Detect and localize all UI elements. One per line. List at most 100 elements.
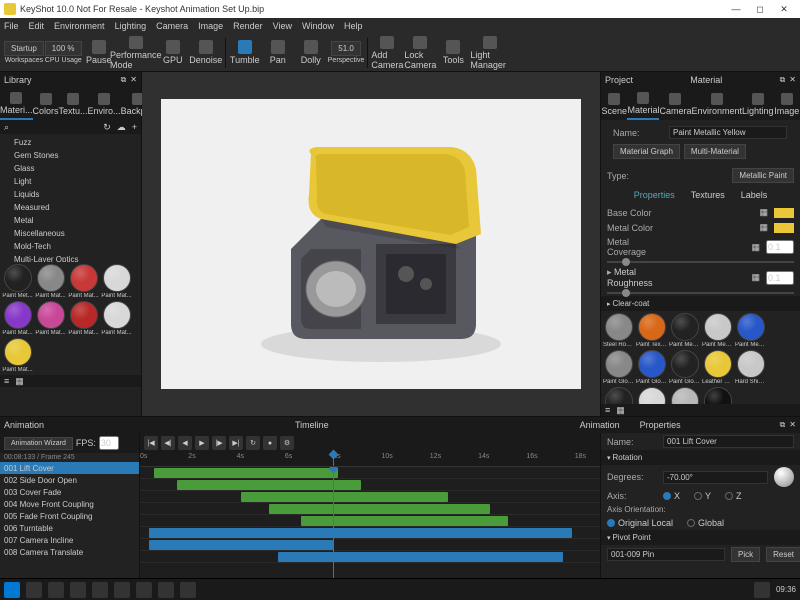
material-swatch[interactable]: Paint Gloss... — [603, 350, 634, 385]
texture-icon[interactable]: ▦ — [751, 272, 760, 283]
task-icon[interactable] — [136, 582, 152, 598]
material-name-input[interactable] — [669, 126, 787, 139]
tree-item[interactable]: Fuzz — [2, 136, 139, 149]
minimize-button[interactable]: — — [724, 4, 748, 14]
material-swatch[interactable]: Paint Mat... — [2, 338, 33, 373]
fps-input[interactable] — [99, 436, 119, 450]
roughness-input[interactable] — [766, 271, 794, 285]
tree-item[interactable]: Light — [2, 175, 139, 188]
task-icon[interactable] — [114, 582, 130, 598]
subtab-labels[interactable]: Labels — [733, 188, 776, 202]
goto-start-button[interactable]: |◀ — [144, 436, 158, 450]
texture-icon[interactable]: ▦ — [759, 207, 768, 218]
material-swatch[interactable]: Paint Mat... — [35, 264, 66, 299]
pick-button[interactable]: Pick — [731, 547, 760, 562]
material-swatch[interactable]: Paint Mat... — [101, 264, 132, 299]
add-icon[interactable]: + — [132, 122, 137, 132]
subtab-textures[interactable]: Textures — [683, 188, 733, 202]
tree-item[interactable]: Mold-Tech — [2, 240, 139, 253]
loop-button[interactable]: ↻ — [246, 436, 260, 450]
task-icon[interactable] — [180, 582, 196, 598]
coverage-slider[interactable] — [607, 261, 794, 263]
tab-textures[interactable]: Textu... — [59, 88, 88, 120]
roughness-slider[interactable] — [607, 292, 794, 294]
play-back-button[interactable]: ◀ — [178, 436, 192, 450]
project-close-icon[interactable]: ✕ — [789, 75, 796, 85]
track-bar[interactable] — [278, 552, 563, 562]
reset-button[interactable]: Reset — [766, 547, 800, 562]
track-row[interactable] — [140, 491, 600, 503]
tab-camera[interactable]: Camera — [659, 88, 691, 120]
metal-color-chip[interactable] — [774, 223, 794, 233]
menu-help[interactable]: Help — [344, 21, 363, 31]
task-icon[interactable] — [70, 582, 86, 598]
track-label[interactable]: 003 Cover Fade — [0, 486, 140, 498]
tools-button[interactable]: Tools — [437, 36, 469, 70]
track-bar[interactable] — [149, 540, 333, 550]
anim-undock-icon[interactable]: ⧉ — [780, 420, 786, 430]
step-fwd-button[interactable]: |▶ — [212, 436, 226, 450]
material-swatch[interactable]: Paint Metal... — [702, 313, 733, 348]
startup-button[interactable]: Startup — [4, 41, 44, 56]
library-undock-icon[interactable]: ⧉ — [121, 75, 127, 85]
coverage-input[interactable] — [766, 240, 794, 254]
track-label[interactable]: 007 Camera Incline — [0, 534, 140, 546]
track-label[interactable]: 008 Camera Translate — [0, 546, 140, 558]
material-swatch[interactable]: Paint Mat... — [68, 301, 99, 336]
track-bar[interactable] — [301, 516, 508, 526]
material-swatch[interactable]: Paint Metal... — [735, 313, 766, 348]
tab-environment[interactable]: Environment — [691, 88, 742, 120]
fov-value[interactable]: 51.0 — [331, 41, 361, 56]
search-icon[interactable]: ⌕ — [4, 122, 9, 133]
tree-item[interactable]: Liquids — [2, 188, 139, 201]
material-swatch[interactable]: Chrome Po... — [636, 387, 667, 404]
menu-image[interactable]: Image — [198, 21, 223, 31]
menu-environment[interactable]: Environment — [54, 21, 105, 31]
task-icon[interactable] — [26, 582, 42, 598]
gpu-button[interactable]: GPU — [157, 36, 189, 70]
material-swatch[interactable]: Paint Mat... — [101, 301, 132, 336]
material-swatch[interactable]: Paint Mat... — [35, 301, 66, 336]
material-swatch[interactable]: Paint Met... — [2, 264, 33, 299]
library-close-icon[interactable]: ✕ — [130, 75, 137, 85]
orient-global-radio[interactable]: Global — [687, 518, 724, 528]
material-swatch[interactable]: Hard Shiny... — [735, 350, 766, 385]
menu-file[interactable]: File — [4, 21, 19, 31]
material-swatch[interactable]: Leather Gr... — [702, 350, 733, 385]
track-row[interactable] — [140, 527, 600, 539]
track-row[interactable] — [140, 503, 600, 515]
lock-camera-button[interactable]: Lock Camera — [404, 36, 436, 70]
maximize-button[interactable]: ◻ — [748, 4, 772, 15]
play-button[interactable]: ▶ — [195, 436, 209, 450]
goto-end-button[interactable]: ▶| — [229, 436, 243, 450]
pan-button[interactable]: Pan — [262, 36, 294, 70]
denoise-button[interactable]: Denoise — [190, 36, 222, 70]
track-label[interactable]: 005 Fade Front Coupling — [0, 510, 140, 522]
track-bar[interactable] — [154, 468, 338, 478]
subtab-properties[interactable]: Properties — [626, 188, 683, 202]
tree-item[interactable]: Measured — [2, 201, 139, 214]
material-swatch[interactable]: 002-005 He... — [702, 387, 733, 404]
rotation-section[interactable]: Rotation — [601, 450, 800, 465]
tree-item[interactable]: Metal — [2, 214, 139, 227]
tab-lighting[interactable]: Lighting — [742, 88, 774, 120]
tree-item[interactable]: Miscellaneous — [2, 227, 139, 240]
material-swatch[interactable]: Paint Mat... — [2, 301, 33, 336]
material-swatch[interactable]: Paint Gloss... — [636, 350, 667, 385]
material-swatch[interactable]: Aluminum ... — [669, 387, 700, 404]
menu-camera[interactable]: Camera — [156, 21, 188, 31]
menu-render[interactable]: Render — [233, 21, 263, 31]
material-tree[interactable]: Fuzz Gem Stones Glass Light Liquids Meas… — [0, 134, 141, 262]
material-type-dropdown[interactable]: Metallic Paint — [732, 168, 794, 183]
track-label[interactable]: 002 Side Door Open — [0, 474, 140, 486]
grid-icon[interactable]: ▦ — [616, 405, 625, 416]
grid-icon[interactable]: ▦ — [15, 376, 24, 387]
timeline-tracks[interactable] — [140, 467, 600, 578]
dolly-button[interactable]: Dolly — [295, 36, 327, 70]
pivot-input[interactable] — [607, 548, 725, 561]
track-label[interactable]: 004 Move Front Coupling — [0, 498, 140, 510]
material-swatch[interactable]: Paint Metal... — [669, 313, 700, 348]
material-swatch[interactable]: Paint Mat... — [68, 264, 99, 299]
track-row[interactable] — [140, 467, 600, 479]
track-bar[interactable] — [241, 492, 448, 502]
